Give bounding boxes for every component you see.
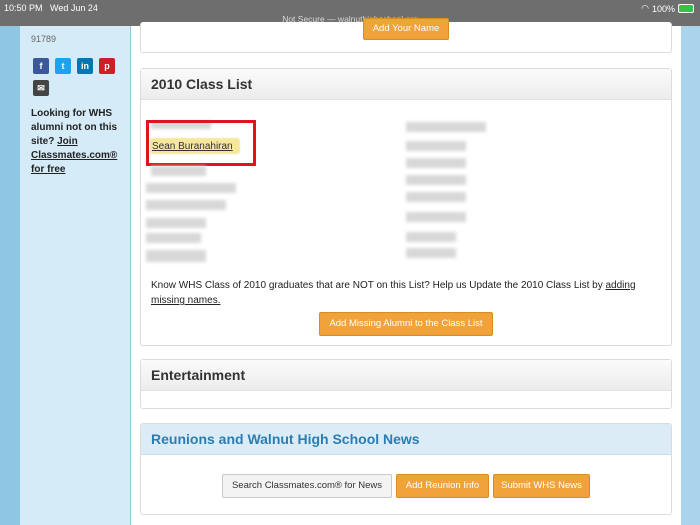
right-background-strip xyxy=(681,26,700,525)
add-name-panel: Add Your Name xyxy=(140,18,672,53)
blurred-name xyxy=(146,250,206,262)
annotation-red-box xyxy=(146,120,256,166)
wifi-icon: ◠ xyxy=(641,3,649,13)
blurred-name xyxy=(146,218,206,228)
blurred-name xyxy=(146,200,226,210)
social-share-icons: f t in p ✉ xyxy=(33,58,123,96)
news-panel: Reunions and Walnut High School News Sea… xyxy=(140,423,672,515)
facebook-icon[interactable]: f xyxy=(33,58,49,74)
left-sidebar: 91789 f t in p ✉ Looking for WHS alumni not … xyxy=(20,26,130,525)
blurred-name xyxy=(406,192,466,202)
status-right: ◠ 100% xyxy=(641,3,694,14)
blurred-name xyxy=(146,183,236,193)
blurred-name xyxy=(406,248,456,258)
status-time: 10:50 PM Wed Jun 24 xyxy=(4,3,98,13)
blurred-name xyxy=(406,141,466,151)
for-free-link[interactable]: for free xyxy=(31,164,65,175)
blurred-name xyxy=(406,158,466,168)
blurred-name xyxy=(151,166,206,176)
blurred-name xyxy=(406,122,486,132)
blurred-name xyxy=(406,175,466,185)
entertainment-panel: Entertainment xyxy=(140,359,672,409)
blurred-name xyxy=(146,233,201,243)
add-missing-alumni-button[interactable]: Add Missing Alumni to the Class List xyxy=(319,312,493,336)
entertainment-title: Entertainment xyxy=(141,360,671,391)
linkedin-icon[interactable]: in xyxy=(77,58,93,74)
missing-alumni-text: Know WHS Class of 2010 graduates that ar… xyxy=(151,280,636,306)
add-your-name-button[interactable]: Add Your Name xyxy=(363,18,449,40)
news-title: Reunions and Walnut High School News xyxy=(141,424,671,455)
twitter-icon[interactable]: t xyxy=(55,58,71,74)
join-prompt: Looking for WHS alumni not on this site?… xyxy=(31,107,125,177)
pinterest-icon[interactable]: p xyxy=(99,58,115,74)
blurred-name xyxy=(406,212,466,222)
search-classmates-news-button[interactable]: Search Classmates.com® for News xyxy=(222,474,392,498)
sidebar-zip: 91789 xyxy=(31,34,57,44)
blurred-name xyxy=(406,232,456,242)
main-content: Add Your Name 2010 Class List Sean Buran… xyxy=(131,18,681,525)
class-list-panel: 2010 Class List Sean Buranahiran Know WH… xyxy=(140,68,672,346)
email-icon[interactable]: ✉ xyxy=(33,80,49,96)
add-reunion-info-button[interactable]: Add Reunion Info xyxy=(396,474,489,498)
class-list-title: 2010 Class List xyxy=(141,69,671,100)
battery-icon xyxy=(678,4,694,13)
submit-whs-news-button[interactable]: Submit WHS News xyxy=(493,474,590,498)
battery-percent: 100% xyxy=(651,3,675,14)
